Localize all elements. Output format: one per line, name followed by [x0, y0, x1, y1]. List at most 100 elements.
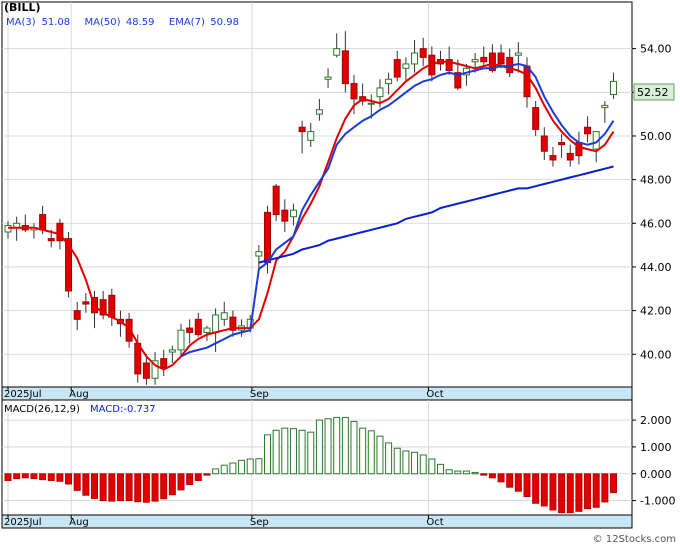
macd-bar	[125, 473, 133, 502]
macd-bar	[575, 473, 583, 512]
price-tick-label: 48.00	[640, 174, 672, 187]
macd-bar	[203, 473, 211, 476]
macd-bar	[281, 427, 289, 475]
macd-bar	[385, 442, 393, 475]
xaxis-label: Aug	[69, 517, 89, 528]
macd-bar	[289, 428, 297, 475]
macd-bar	[238, 459, 246, 475]
macd-bar	[601, 473, 609, 503]
legend-label: MA(3)	[6, 17, 36, 28]
macd-bar	[212, 468, 220, 475]
xaxis-label: 2025Jul	[4, 517, 42, 528]
macd-tick-label: 1.000	[640, 441, 672, 454]
legend-value: 48.59	[126, 17, 155, 28]
macd-bar	[462, 470, 470, 475]
macd-bar	[393, 447, 401, 475]
macd-bar	[359, 427, 367, 475]
macd-bar	[402, 450, 410, 475]
macd-tick-label: 2.000	[640, 414, 672, 427]
xaxis-label: Aug	[69, 389, 89, 400]
macd-bar	[514, 473, 522, 492]
xaxis-label: Sep	[250, 517, 269, 528]
macd-bar	[168, 473, 176, 496]
macd-bar	[246, 458, 254, 475]
macd-bar	[566, 473, 574, 514]
macd-bar	[437, 463, 444, 475]
macd-bar	[116, 473, 124, 502]
macd-bar	[610, 473, 617, 494]
macd-bar	[99, 473, 107, 502]
macd-bar	[30, 473, 38, 480]
last-price-label: 52.52	[637, 86, 669, 99]
macd-bar	[592, 473, 600, 508]
macd-bar	[428, 458, 436, 475]
xaxis-label: Oct	[426, 389, 443, 400]
macd-bar	[333, 416, 341, 475]
xaxis-label: Oct	[426, 517, 443, 528]
macd-bar	[445, 469, 453, 475]
macd-bar	[151, 473, 159, 502]
macd-bar	[134, 473, 142, 503]
macd-bar	[177, 473, 185, 491]
macd-bar	[298, 429, 306, 475]
price-tick-label: 54.00	[640, 43, 672, 56]
macd-bar	[160, 473, 168, 500]
price-tick-label: 46.00	[640, 217, 672, 230]
price-plot-frame	[1, 1, 633, 388]
macd-bar	[350, 420, 358, 475]
price-tick-label: 42.00	[640, 305, 672, 318]
macd-bar	[229, 462, 237, 475]
macd-bar	[471, 471, 479, 475]
macd-bar	[523, 473, 531, 498]
xaxis-label: 2025Jul	[4, 389, 42, 400]
macd-bar	[255, 458, 263, 475]
legend-value: 51.08	[42, 17, 71, 28]
macd-bar	[82, 473, 90, 496]
price-tick-label: 50.00	[640, 130, 672, 143]
macd-bar	[108, 473, 116, 502]
stock-chart: 40.0042.0044.0046.0048.0050.0052.0054.00…	[0, 0, 680, 546]
macd-bar	[419, 454, 427, 475]
price-panel: 40.0042.0044.0046.0048.0050.0052.0054.00…	[1, 1, 675, 388]
price-tick-label: 44.00	[640, 261, 672, 274]
macd-tick-label: -1.000	[640, 495, 675, 508]
macd-bar	[4, 473, 12, 481]
macd-bar	[47, 473, 55, 481]
macd-bar	[65, 473, 73, 485]
macd-panel: 2.000 1.000 0.000 -1.000 MACD(26,12,9) MACD:…	[1, 399, 675, 516]
macd-legend: MACD(26,12,9) MACD:-0.737	[4, 404, 156, 415]
macd-bar	[488, 473, 496, 479]
price-xaxis-strip	[1, 386, 633, 401]
macd-bar	[307, 431, 315, 475]
macd-bar	[220, 464, 228, 475]
macd-bar	[39, 473, 47, 481]
macd-bar	[454, 470, 462, 475]
macd-bar	[341, 416, 349, 475]
macd-bar	[194, 473, 202, 481]
xaxis-label: Sep	[250, 389, 269, 400]
macd-tick-label: 0.000	[640, 468, 672, 481]
last-price-tag: 52.52	[633, 83, 675, 101]
macd-bar	[367, 430, 375, 475]
macd-bar	[13, 473, 21, 480]
macd-bar	[497, 473, 505, 483]
legend-label: MA(50)	[85, 17, 121, 28]
macd-bar	[91, 473, 98, 499]
macd-bar	[21, 473, 29, 479]
macd-bar	[264, 434, 271, 475]
chart-title: (BILL)	[4, 1, 41, 14]
macd-bar	[411, 451, 419, 475]
legend-value: 50.98	[210, 17, 239, 28]
macd-bar	[558, 473, 566, 514]
macd-xaxis-strip	[1, 514, 633, 529]
macd-bar	[56, 473, 64, 482]
macd-legend-label: MACD:-0.737	[90, 404, 156, 415]
macd-bar	[480, 473, 488, 476]
macd-bar	[73, 473, 81, 491]
macd-bar	[186, 473, 194, 485]
macd-bar	[584, 473, 592, 510]
macd-bar	[142, 473, 150, 503]
watermark: © 12Stocks.com	[593, 534, 676, 545]
macd-bar	[532, 473, 540, 504]
macd-bar	[272, 429, 280, 475]
